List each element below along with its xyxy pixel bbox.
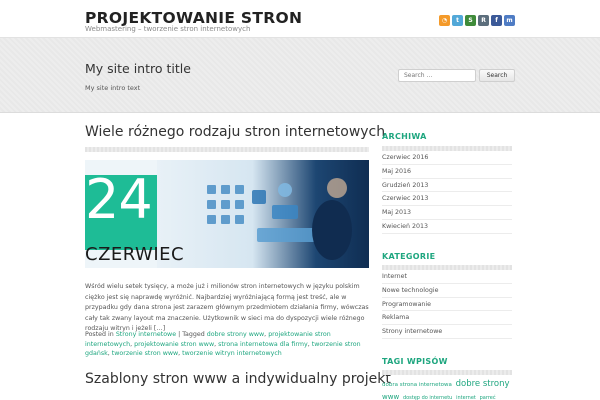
tag-cloud-link[interactable]: www	[382, 393, 399, 400]
intro-band: My site intro title My site intro text S…	[0, 38, 600, 113]
archive-item[interactable]: Maj 2016	[382, 165, 512, 179]
tag-link[interactable]: strona internetowa dla firmy	[218, 341, 308, 348]
category-item[interactable]: Nowe technologie	[382, 284, 512, 298]
infographic-icons	[207, 178, 352, 260]
archive-item[interactable]: Maj 2013	[382, 206, 512, 220]
site-description: Webmastering – tworzenie stron interneto…	[85, 25, 251, 33]
post-excerpt: Wśród wielu setek tysięcy, a może już i …	[85, 283, 369, 332]
post-featured-image[interactable]: 24 CZERWIEC	[85, 160, 369, 268]
search-input[interactable]	[398, 69, 476, 82]
intro-text: My site intro text	[85, 84, 141, 92]
archive-item[interactable]: Czerwiec 2016	[382, 151, 512, 165]
category-link[interactable]: Strony internetowe	[116, 331, 176, 338]
archive-item[interactable]: Czerwiec 2013	[382, 192, 512, 207]
tag-cloud-link[interactable]: dobra strona internetowa	[382, 382, 452, 388]
social-icons: ◔ t S Rf m	[439, 15, 515, 26]
category-item[interactable]: Programowanie	[382, 298, 512, 312]
category-item[interactable]: Internet	[382, 270, 512, 284]
myspace-icon[interactable]: m	[504, 15, 515, 26]
search-button[interactable]: Search	[479, 69, 515, 82]
tags-widget-title: TAGI WPISÓW	[382, 357, 448, 366]
categories-list: Internet Nowe technologie Programowanie …	[382, 270, 512, 339]
facebook-icon[interactable]: f	[491, 15, 502, 26]
tag-cloud: dobra strona internetowa dobre strony ww…	[382, 378, 517, 400]
rss-icon[interactable]: ◔	[439, 15, 450, 26]
reddit-icon[interactable]: R	[478, 15, 489, 26]
stumbleupon-icon[interactable]: S	[465, 15, 476, 26]
categories-widget-title: KATEGORIE	[382, 252, 436, 261]
date-day: 24	[85, 168, 153, 231]
intro-title: My site intro title	[85, 61, 191, 76]
archive-widget-title: ARCHIWA	[382, 132, 427, 141]
category-item[interactable]: Reklama	[382, 311, 512, 326]
post-title-2[interactable]: Szablony stron www a indywidualny projek…	[85, 371, 391, 387]
tag-cloud-link[interactable]: parreć	[480, 395, 496, 400]
tag-link[interactable]: tworzenie witryn internetowych	[182, 350, 282, 357]
site-header: PROJEKTOWANIE STRON Webmastering – tworz…	[0, 0, 600, 38]
category-item[interactable]: Strony internetowe	[382, 325, 512, 339]
tag-cloud-link[interactable]: dostęp do internetu	[403, 395, 452, 400]
tag-cloud-link[interactable]: internet	[456, 395, 476, 400]
archive-item[interactable]: Grudzień 2013	[382, 179, 512, 193]
posted-in-label: Posted in	[85, 331, 114, 338]
tagged-label: | Tagged	[178, 331, 205, 338]
twitter-icon[interactable]: t	[452, 15, 463, 26]
archive-list: Czerwiec 2016 Maj 2016 Grudzień 2013 Cze…	[382, 151, 512, 234]
tag-cloud-link[interactable]: dobre strony	[456, 379, 510, 389]
archive-item[interactable]: Kwiecień 2013	[382, 220, 512, 234]
tag-link[interactable]: dobre strony www	[207, 331, 264, 338]
widget-divider	[382, 370, 512, 375]
tag-link[interactable]: tworzenie stron www	[112, 350, 178, 357]
tag-link[interactable]: projektowanie stron www	[134, 341, 214, 348]
post-meta: Posted in Strony internetowe | Tagged do…	[85, 331, 361, 357]
post-title[interactable]: Wiele różnego rodzaju stron internetowyc…	[85, 124, 385, 140]
date-month: CZERWIEC	[85, 244, 185, 265]
hand-touchscreen-image	[157, 160, 369, 268]
title-divider	[85, 147, 369, 152]
